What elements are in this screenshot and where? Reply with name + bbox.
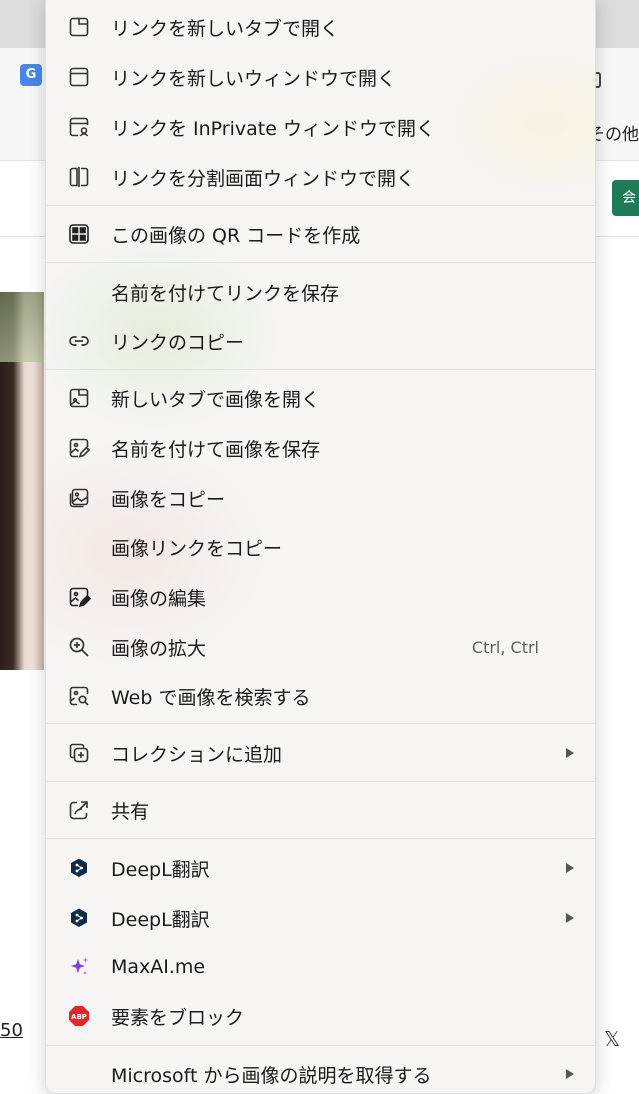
maxai-sparkle-icon <box>66 954 92 980</box>
menu-item-open-link-new-tab[interactable]: リンクを新しいタブで開く <box>46 4 595 50</box>
deepl-icon <box>66 855 92 881</box>
menu-item-label: 新しいタブで画像を開く <box>111 388 321 411</box>
menu-item-label: リンクを新しいタブで開く <box>111 17 340 40</box>
menu-item-search-image-web[interactable]: Web で画像を検索する <box>46 673 595 719</box>
menu-item-label: この画像の QR コードを作成 <box>111 224 361 247</box>
menu-item-open-link-new-window[interactable]: リンクを新しいウィンドウで開く <box>46 54 595 100</box>
menu-item-label: リンクを分割画面ウィンドウで開く <box>111 167 416 190</box>
split-screen-icon <box>66 164 92 190</box>
new-tab-icon <box>66 14 92 40</box>
menu-separator <box>46 205 595 206</box>
menu-item-copy-link[interactable]: リンクのコピー <box>46 318 595 364</box>
menu-item-open-image-new-tab[interactable]: 新しいタブで画像を開く <box>46 375 595 421</box>
menu-item-label: リンクを新しいウィンドウで開く <box>111 67 397 90</box>
qr-code-icon <box>66 221 92 247</box>
menu-item-label: 名前を付けて画像を保存 <box>111 438 321 461</box>
deepl-icon <box>66 905 92 931</box>
menu-item-label: 画像の拡大 <box>111 637 207 660</box>
svg-text:ABP: ABP <box>71 1013 87 1021</box>
menu-item-block-element[interactable]: ABP 要素をブロック <box>46 993 595 1039</box>
menu-item-label: リンクを InPrivate ウィンドウで開く <box>111 117 435 140</box>
translate-extension-icon[interactable]: G <box>20 64 42 86</box>
menu-item-label: 共有 <box>111 800 150 823</box>
menu-item-edit-image[interactable]: 画像の編集 <box>46 574 595 620</box>
menu-item-label: 要素をブロック <box>111 1006 245 1029</box>
menu-item-open-link-inprivate[interactable]: リンクを InPrivate ウィンドウで開く <box>46 104 595 150</box>
page-photo[interactable] <box>0 292 44 670</box>
menu-item-share[interactable]: 共有 <box>46 787 595 833</box>
x-logo-icon[interactable]: 𝕏 <box>604 1027 620 1051</box>
share-icon <box>66 797 92 823</box>
collections-add-icon <box>66 740 92 766</box>
copy-image-icon <box>66 485 92 511</box>
submenu-arrow-icon <box>566 748 574 758</box>
menu-item-copy-image-link[interactable]: 画像リンクをコピー <box>46 524 595 570</box>
menu-separator <box>46 369 595 370</box>
menu-separator <box>46 781 595 782</box>
inprivate-window-icon <box>66 114 92 140</box>
menu-item-create-qr-code[interactable]: この画像の QR コードを作成 <box>46 211 595 257</box>
menu-item-save-image-as[interactable]: 名前を付けて画像を保存 <box>46 425 595 471</box>
menu-item-label: 画像をコピー <box>111 488 226 511</box>
menu-item-label: MaxAI.me <box>111 956 206 978</box>
context-menu: リンクを新しいタブで開く リンクを新しいウィンドウで開く リンクを InPriv… <box>45 0 596 1094</box>
zoom-in-icon <box>66 634 92 660</box>
abp-block-icon: ABP <box>66 1003 92 1029</box>
menu-item-shortcut: Ctrl, Ctrl <box>471 637 539 657</box>
page-signup-button[interactable]: 会 <box>612 180 639 216</box>
menu-item-label: 名前を付けてリンクを保存 <box>111 282 340 305</box>
menu-separator <box>46 838 595 839</box>
menu-separator <box>46 723 595 724</box>
menu-item-get-image-description[interactable]: Microsoft から画像の説明を取得する <box>46 1051 595 1093</box>
new-window-icon <box>66 64 92 90</box>
page-link-fragment[interactable]: 50 <box>0 1020 23 1041</box>
menu-item-label: 画像リンクをコピー <box>111 537 283 560</box>
menu-item-label: DeepL翻訳 <box>111 858 210 881</box>
menu-item-maxai[interactable]: MaxAI.me <box>46 944 595 990</box>
submenu-arrow-icon <box>566 863 574 873</box>
edit-image-icon <box>66 584 92 610</box>
menu-item-label: DeepL翻訳 <box>111 908 210 931</box>
menu-separator <box>46 1045 595 1046</box>
menu-item-label: Web で画像を検索する <box>111 686 311 709</box>
submenu-arrow-icon <box>566 913 574 923</box>
link-icon <box>66 328 92 354</box>
menu-separator <box>46 262 595 263</box>
visual-search-icon <box>66 683 92 709</box>
menu-item-label: 画像の編集 <box>111 587 207 610</box>
menu-item-zoom-image[interactable]: 画像の拡大 Ctrl, Ctrl <box>46 624 595 670</box>
menu-item-open-link-split-screen[interactable]: リンクを分割画面ウィンドウで開く <box>46 154 595 200</box>
menu-item-label: コレクションに追加 <box>111 743 283 766</box>
submenu-arrow-icon <box>566 1069 574 1079</box>
menu-item-save-link-as[interactable]: 名前を付けてリンクを保存 <box>46 269 595 315</box>
image-new-tab-icon <box>66 385 92 411</box>
menu-item-label: リンクのコピー <box>111 331 245 354</box>
menu-item-deepl-translate-1[interactable]: DeepL翻訳 <box>46 845 595 891</box>
menu-item-deepl-translate-2[interactable]: DeepL翻訳 <box>46 895 595 941</box>
menu-item-add-to-collections[interactable]: コレクションに追加 <box>46 730 595 776</box>
menu-item-copy-image[interactable]: 画像をコピー <box>46 475 595 521</box>
save-image-icon <box>66 435 92 461</box>
menu-item-label: Microsoft から画像の説明を取得する <box>111 1064 432 1087</box>
